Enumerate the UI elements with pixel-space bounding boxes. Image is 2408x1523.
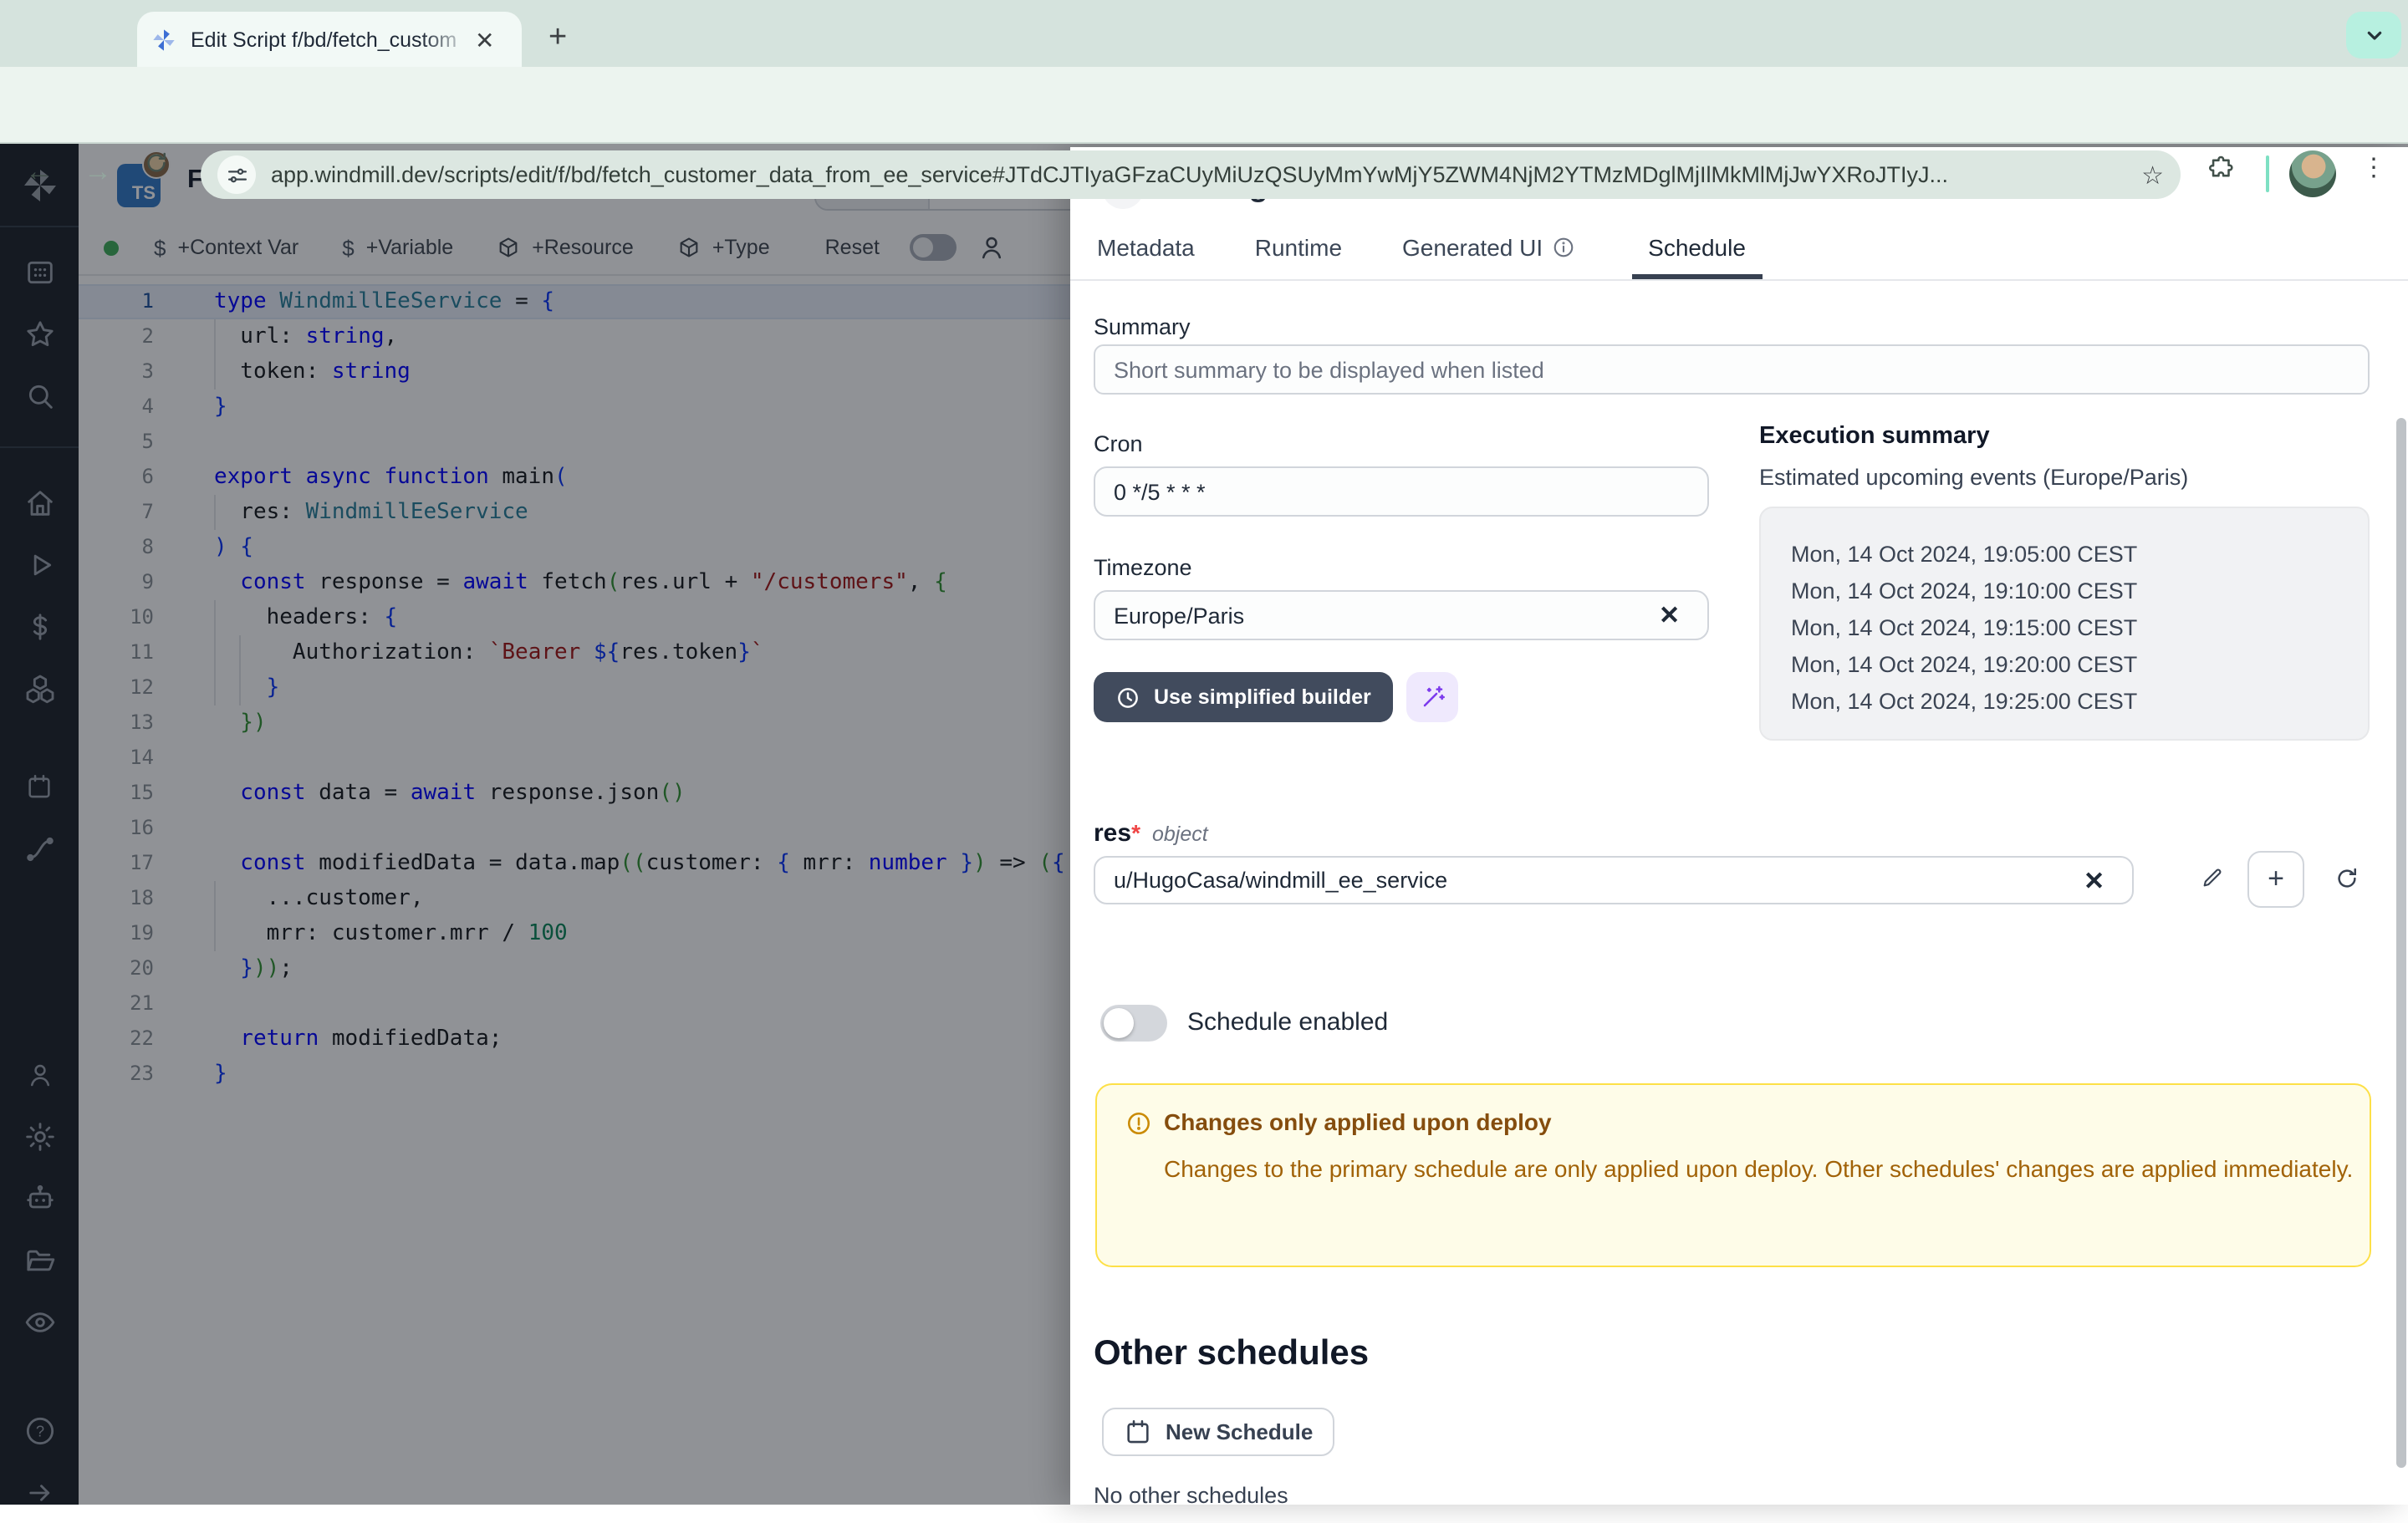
tab-metadata[interactable]: Metadata — [1094, 221, 1198, 279]
site-settings-icon[interactable] — [217, 155, 256, 194]
upcoming-event: Mon, 14 Oct 2024, 19:15:00 CEST — [1791, 610, 2368, 647]
new-schedule-button[interactable]: New Schedule — [1102, 1408, 1334, 1456]
upcoming-event: Mon, 14 Oct 2024, 19:10:00 CEST — [1791, 573, 2368, 610]
browser-navbar: ← → app.windmill.dev/scripts/edit/f/bd/f… — [0, 67, 2408, 144]
browser-tab[interactable]: Edit Script f/bd/fetch_custom ✕ — [137, 12, 522, 67]
add-resource-button[interactable]: + — [2247, 851, 2304, 908]
upcoming-event: Mon, 14 Oct 2024, 19:20:00 CEST — [1791, 647, 2368, 684]
clock-icon — [1115, 685, 1140, 710]
browser-menu-icon[interactable]: ⋮ — [2361, 152, 2386, 182]
calendar-icon — [1124, 1418, 1152, 1446]
extensions-icon[interactable] — [2207, 154, 2236, 182]
windmill-favicon-icon — [150, 26, 177, 53]
reload-icon[interactable] — [144, 150, 169, 176]
settings-tabs: Metadata Runtime Generated UI Schedule — [1070, 221, 2408, 281]
execution-summary-heading: Execution summary — [1759, 423, 1990, 450]
upcoming-event: Mon, 14 Oct 2024, 19:05:00 CEST — [1791, 537, 2368, 573]
refresh-resource-icon[interactable] — [2334, 866, 2360, 891]
deploy-warning-box: Changes only applied upon deploy Changes… — [1095, 1083, 2371, 1267]
screen: Edit Script f/bd/fetch_custom ✕ + ← → ap… — [0, 0, 2408, 1505]
summary-input[interactable] — [1094, 344, 2370, 395]
edit-resource-icon[interactable] — [2201, 866, 2224, 889]
new-tab-button[interactable]: + — [548, 20, 567, 57]
no-other-schedules-text: No other schedules — [1094, 1483, 1288, 1505]
simplified-builder-button[interactable]: Use simplified builder — [1094, 672, 1393, 722]
back-icon[interactable]: ← — [25, 150, 54, 194]
timezone-label: Timezone — [1094, 555, 1192, 580]
warning-title: Changes only applied upon deploy — [1164, 1108, 1552, 1135]
tab-title: Edit Script f/bd/fetch_custom — [191, 28, 472, 51]
bookmark-star-icon[interactable]: ☆ — [2141, 160, 2164, 190]
resource-input[interactable] — [1094, 856, 2134, 904]
execution-summary-subheading: Estimated upcoming events (Europe/Paris) — [1759, 465, 2188, 490]
forward-icon[interactable]: → — [84, 150, 112, 194]
tab-schedule[interactable]: Schedule — [1631, 221, 1763, 279]
summary-label: Summary — [1094, 314, 1191, 339]
cron-input[interactable] — [1094, 466, 1709, 517]
schedule-enabled-toggle[interactable] — [1100, 1005, 1167, 1042]
drawer-scrollbar[interactable] — [2396, 418, 2406, 1468]
tab-runtime[interactable]: Runtime — [1252, 221, 1345, 279]
tab-close-icon[interactable]: ✕ — [475, 28, 494, 51]
browser-avatar[interactable] — [2289, 150, 2336, 197]
resource-clear-icon[interactable]: ✕ — [2084, 866, 2104, 896]
other-schedules-heading: Other schedules — [1094, 1334, 1369, 1374]
res-field-label: res*object — [1094, 819, 1208, 849]
upcoming-events-box: Mon, 14 Oct 2024, 19:05:00 CESTMon, 14 O… — [1759, 507, 2370, 741]
info-icon — [1551, 236, 1574, 259]
ai-cron-button[interactable] — [1406, 672, 1458, 722]
settings-drawer: ✕ Settings MetadataRuntimeGenerated UISc… — [1070, 147, 2408, 1505]
timezone-clear-icon[interactable]: ✕ — [1659, 600, 1680, 630]
window-menu-button[interactable] — [2346, 12, 2401, 59]
timezone-input[interactable] — [1094, 590, 1709, 640]
browser-chrome: Edit Script f/bd/fetch_custom ✕ + ← → ap… — [0, 0, 2408, 144]
magic-wand-icon — [1419, 684, 1446, 711]
chevron-down-icon — [2360, 22, 2387, 48]
schedule-enabled-label: Schedule enabled — [1187, 1008, 1388, 1037]
cron-label: Cron — [1094, 431, 1143, 456]
warning-body: Changes to the primary schedule are only… — [1164, 1150, 2360, 1187]
address-bar[interactable]: app.windmill.dev/scripts/edit/f/bd/fetch… — [201, 150, 2181, 199]
url-text: app.windmill.dev/scripts/edit/f/bd/fetch… — [271, 162, 2128, 187]
upcoming-event: Mon, 14 Oct 2024, 19:25:00 CEST — [1791, 684, 2368, 721]
warning-icon — [1125, 1110, 1152, 1137]
profile-separator — [2266, 155, 2269, 192]
tab-generated-ui[interactable]: Generated UI — [1399, 221, 1578, 279]
